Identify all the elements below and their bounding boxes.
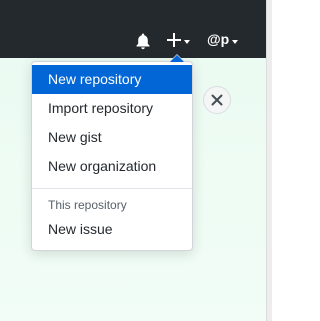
chevron-down-icon — [232, 40, 238, 44]
menu-section-header: This repository — [48, 198, 127, 212]
user-handle: @p — [207, 31, 230, 47]
chevron-down-icon — [184, 40, 190, 44]
menu-item-new-organization[interactable]: New organization — [32, 152, 192, 181]
menu-item-import-repository[interactable]: Import repository — [32, 94, 192, 123]
close-icon — [211, 94, 223, 106]
menu-item-new-gist[interactable]: New gist — [32, 123, 192, 152]
menu-item-new-issue[interactable]: New issue — [32, 215, 192, 244]
page: @p New repository Import repository New … — [0, 0, 272, 321]
plus-icon — [166, 31, 182, 49]
menu-divider — [32, 188, 192, 189]
create-dropdown-menu: New repository Import repository New gis… — [31, 54, 193, 251]
bell-icon[interactable] — [135, 32, 151, 50]
create-new-button[interactable] — [166, 31, 192, 49]
user-menu-button[interactable]: @p — [207, 31, 241, 49]
top-header: @p — [0, 0, 266, 58]
scrollbar[interactable] — [266, 0, 272, 321]
close-button[interactable] — [203, 86, 231, 114]
menu-item-new-repository[interactable]: New repository — [32, 65, 192, 94]
